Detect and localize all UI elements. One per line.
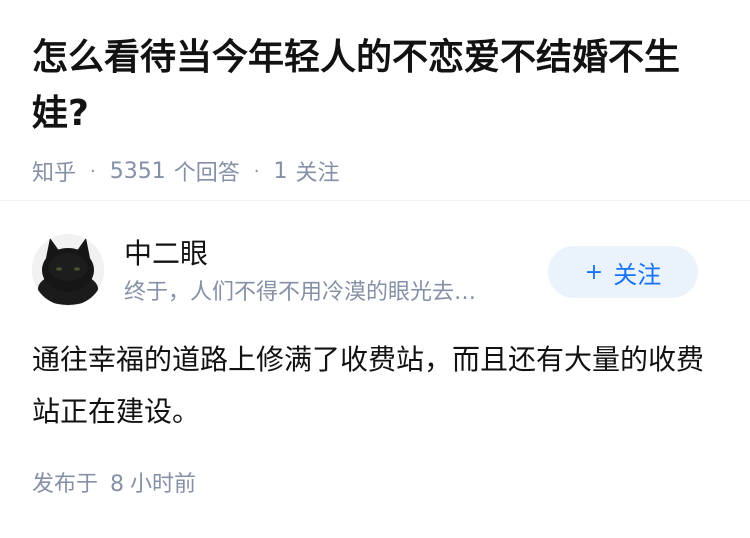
follow-count-label: 关注 xyxy=(295,161,340,186)
follow-button-label: 关注 xyxy=(613,260,662,289)
answer-count-label: 个回答 xyxy=(173,161,240,186)
avatar[interactable] xyxy=(32,234,104,306)
question-meta: 知乎 · 5351 个回答 · 1 关注 xyxy=(32,156,718,187)
publish-time-prefix: 发布于 xyxy=(32,472,99,497)
meta-separator: · xyxy=(253,160,260,182)
answer-content[interactable]: 通往幸福的道路上修满了收费站，而且还有大量的收费站正在建设。 xyxy=(32,334,712,438)
question-title[interactable]: 怎么看待当今年轻人的不恋爱不结婚不生娃? xyxy=(32,30,712,142)
meta-separator: · xyxy=(90,160,96,182)
answer-count: 5351 xyxy=(109,158,166,184)
publish-time-value: 8 xyxy=(110,472,125,497)
publish-time: 发布于 8 小时前 xyxy=(32,470,196,500)
question-header: 怎么看待当今年轻人的不恋爱不结婚不生娃? 知乎 · 5351 个回答 · 1 关… xyxy=(0,0,750,186)
plus-icon: + xyxy=(584,259,604,285)
publish-time-unit: 小时前 xyxy=(130,472,197,497)
follow-button[interactable]: + 关注 xyxy=(548,246,698,298)
follow-count: 1 xyxy=(273,158,288,184)
answer-author: 中二眼 终于，人们不得不用冷漠的眼光去… + 关注 xyxy=(32,234,718,310)
author-name[interactable]: 中二眼 xyxy=(124,236,208,272)
author-bio: 终于，人们不得不用冷漠的眼光去… xyxy=(124,280,477,305)
source-label: 知乎 xyxy=(32,161,77,186)
black-cat-avatar-icon xyxy=(32,234,104,306)
section-divider xyxy=(0,200,750,201)
